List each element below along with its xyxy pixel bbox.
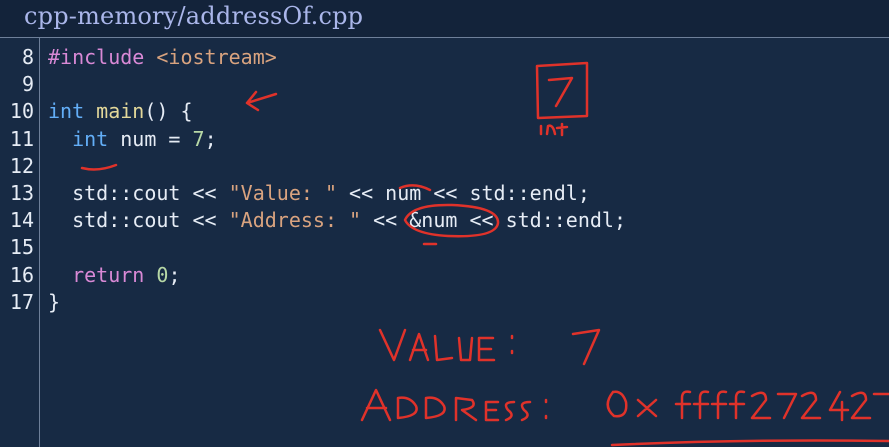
code-text: }: [48, 289, 60, 316]
code-token: #include: [48, 45, 145, 69]
code-token: main: [96, 99, 145, 124]
handwritten-address-label-mark: [360, 388, 548, 422]
code-line: 11 int num = 7;: [0, 126, 889, 153]
handwritten-value-seven-mark: [571, 328, 601, 366]
line-number: 11: [9, 126, 34, 151]
code-token: int: [48, 99, 85, 124]
code-line: 10 int main() {: [0, 98, 889, 125]
code-line: 12: [0, 153, 889, 180]
line-number: 16: [9, 262, 34, 287]
code-token: << num << std::endl;: [337, 181, 590, 205]
code-text: std::cout << "Value: " << num << std::en…: [48, 180, 590, 207]
code-text: int main() {: [48, 98, 193, 125]
code-line: 8 #include <iostream>: [0, 44, 889, 71]
title-bar: cpp-memory/addressOf.cpp: [0, 0, 889, 38]
code-token: int: [72, 126, 109, 151]
code-token: () {: [144, 99, 193, 124]
file-path-title: cpp-memory/addressOf.cpp: [24, 2, 364, 30]
code-token: }: [48, 289, 61, 314]
code-text: return 0;: [48, 262, 180, 289]
code-token: std::cout <<: [48, 181, 229, 205]
line-number: 9: [21, 72, 34, 97]
bottom-underline-mark: [610, 439, 889, 447]
code-line: 16 return 0;: [0, 262, 889, 289]
line-number: 13: [9, 181, 34, 205]
code-token: ;: [168, 262, 181, 287]
code-text: int num = 7;: [48, 126, 217, 153]
code-text: std::cout << "Address: " << &num << std:…: [48, 207, 626, 234]
handwritten-value-label-mark: [378, 328, 514, 362]
line-number: 17: [9, 289, 34, 314]
code-line: 9: [0, 71, 889, 98]
code-line: 15: [0, 234, 889, 261]
code-text: #include <iostream>: [48, 44, 277, 71]
line-number: 14: [9, 208, 34, 233]
code-token: 0: [156, 262, 169, 287]
code-token: ;: [204, 126, 217, 151]
line-number: 10: [9, 99, 34, 124]
line-number: 15: [9, 235, 34, 260]
code-line: 13 std::cout << "Value: " << num << std:…: [0, 180, 889, 207]
line-number: 12: [9, 153, 34, 178]
code-token: 7: [192, 126, 205, 151]
code-token: std::cout <<: [48, 208, 229, 233]
code-token: "Address: ": [228, 208, 362, 233]
code-token: num =: [108, 126, 193, 151]
code-token: return: [72, 262, 145, 287]
code-editor[interactable]: 8 #include <iostream> 9 10 int main() {11 in…: [0, 38, 889, 447]
line-number: 8: [21, 45, 34, 69]
code-line: 17}: [0, 289, 889, 316]
code-token: << &num << std::endl;: [361, 208, 626, 233]
code-line: 14 std::cout << "Address: " << &num << s…: [0, 207, 889, 234]
handwritten-address-value-mark: [606, 390, 889, 422]
code-token: "Value: ": [228, 181, 337, 205]
code-token: <iostream>: [156, 45, 277, 69]
